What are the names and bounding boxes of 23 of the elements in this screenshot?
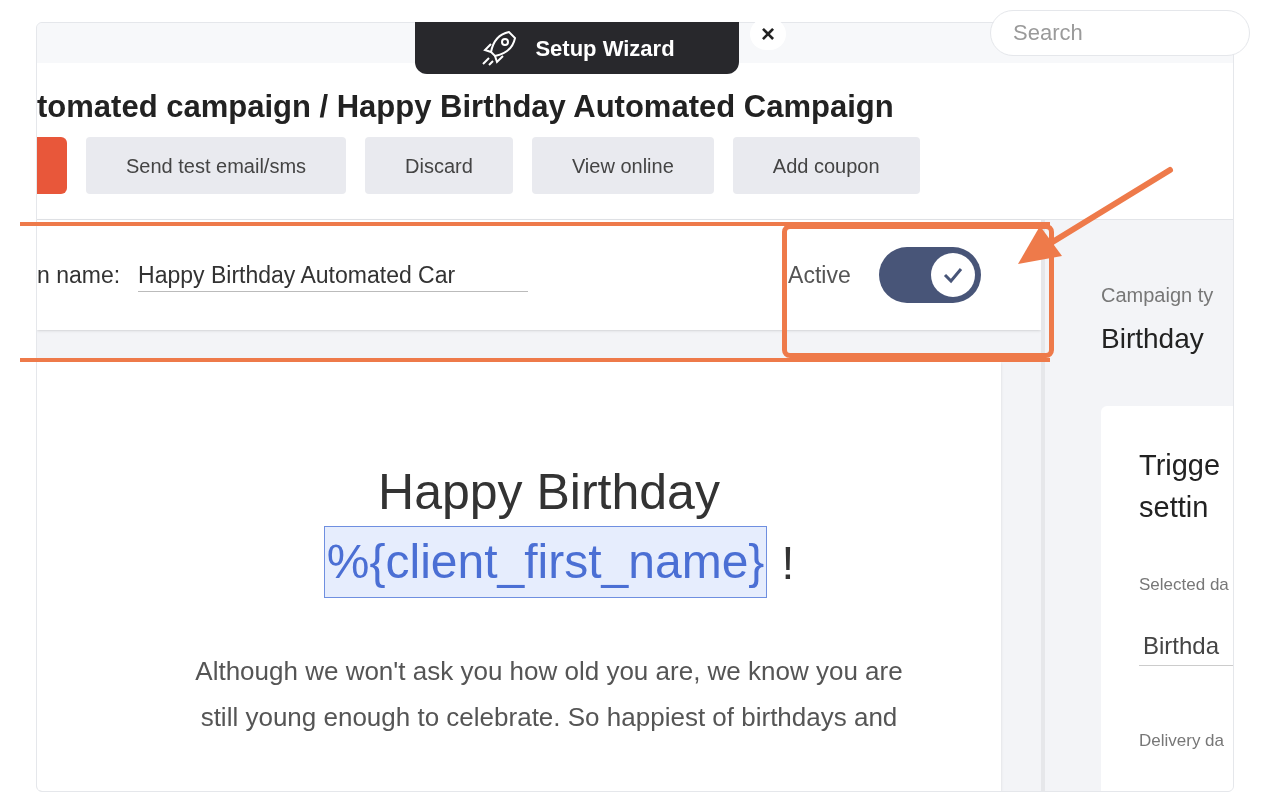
email-body-text: still young enough to celebrate. So happiest of birthdays and — [200, 701, 898, 734]
name-placeholder-token[interactable]: %{client_first_name} — [323, 526, 768, 598]
card-title: Trigge settin — [1139, 448, 1219, 525]
campaign-name-field[interactable]: Happy Birthday Automated Car — [138, 258, 529, 292]
toolbar-button[interactable]: Add coupon — [732, 137, 920, 194]
search-field[interactable]: Search — [990, 10, 1250, 56]
email-body-text: Although we won't ask you how old you are, we know you are — [195, 655, 903, 688]
campaign-name-label: n name: — [37, 260, 121, 290]
active-label: Active — [788, 260, 851, 290]
delivery-date-label: Delivery da — [1139, 729, 1226, 752]
email-heading: Happy Birthday — [378, 463, 720, 522]
toolbar-button[interactable]: View online — [531, 137, 714, 194]
exclamation-text: ! — [781, 536, 795, 591]
campaign-type-label: Campaign ty — [1101, 283, 1215, 308]
wizard-tab[interactable]: Setup Wizard — [415, 22, 739, 74]
selected-date-label: Selected da — [1139, 574, 1230, 596]
toolbar-button[interactable]: Send test email/sms — [86, 137, 347, 194]
active-toggle[interactable] — [878, 247, 981, 303]
selected-date-field[interactable]: Birthda — [1139, 627, 1233, 666]
check-icon — [930, 253, 975, 297]
toolbar-button[interactable]: Discard — [365, 137, 513, 194]
campaign-type-value: Birthday — [1101, 322, 1205, 356]
page-title: tomated campaign / Happy Birthday Automated Campaign — [37, 88, 895, 126]
